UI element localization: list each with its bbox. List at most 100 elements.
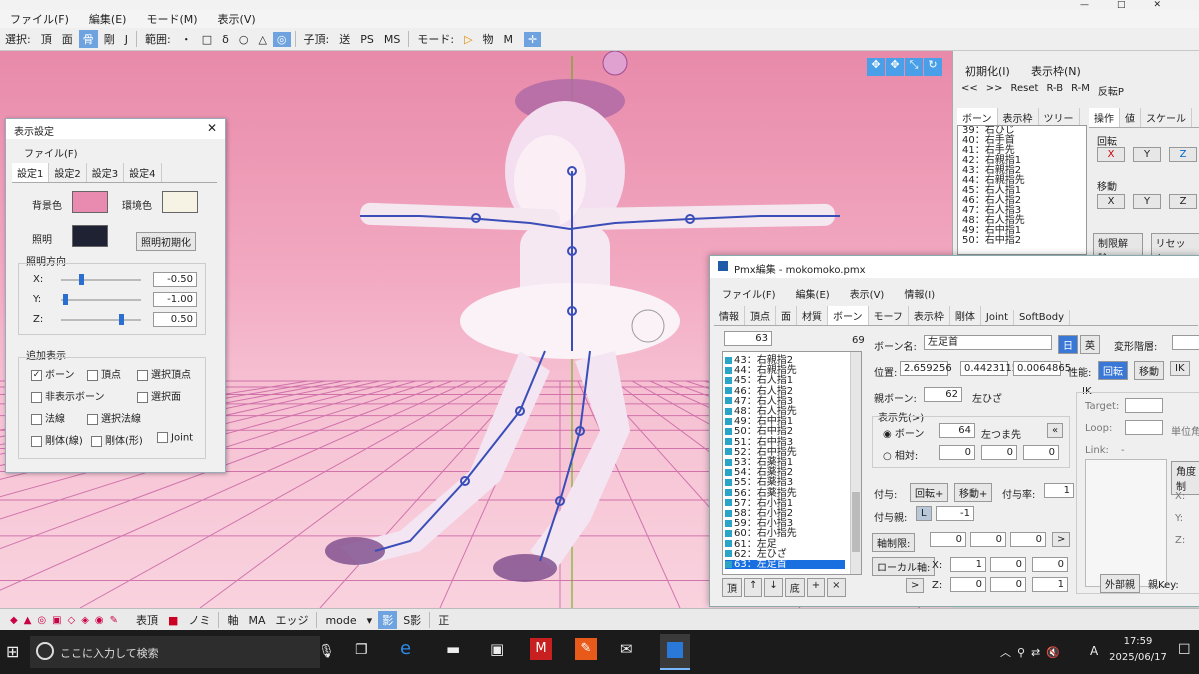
pmx-bone-list-item[interactable]: 62：左ひざ bbox=[725, 549, 787, 559]
y-slider-thumb[interactable] bbox=[63, 294, 68, 305]
pmx-bone-list-item[interactable]: 59：右小指3 bbox=[725, 519, 793, 529]
move-x-button[interactable]: X bbox=[1097, 194, 1125, 209]
range-circle[interactable]: ○ bbox=[235, 32, 253, 47]
bg-color-swatch[interactable] bbox=[72, 191, 108, 213]
flip-button[interactable]: 反転P bbox=[1098, 83, 1124, 98]
checkbox-rigid-line[interactable]: 剛体(線) bbox=[31, 432, 83, 447]
menu-file[interactable]: ファイル(F) bbox=[10, 11, 69, 27]
position-x-field[interactable]: 2.659256 bbox=[900, 361, 952, 376]
tab-setting2[interactable]: 設定2 bbox=[49, 163, 87, 182]
rm-button[interactable]: R-M bbox=[1071, 83, 1090, 98]
ik-flag-button[interactable]: IK bbox=[1170, 361, 1190, 376]
nav-prev-button[interactable]: << bbox=[961, 83, 978, 98]
pmx-menu-info[interactable]: 情報(I) bbox=[904, 286, 935, 301]
grant-rotate-button[interactable]: 回転+ bbox=[910, 483, 949, 502]
view-frame-menu[interactable]: 表示枠(N) bbox=[1031, 63, 1081, 79]
checkbox-selected-vertex[interactable]: 選択頂点 bbox=[137, 366, 191, 381]
axis-limit-z[interactable]: 0 bbox=[1010, 532, 1046, 547]
rotate-y-button[interactable]: Y bbox=[1133, 147, 1161, 162]
jp-name-button[interactable]: 日 bbox=[1058, 335, 1078, 354]
menu-edit[interactable]: 編集(E) bbox=[89, 11, 127, 27]
env-color-swatch[interactable] bbox=[162, 191, 198, 213]
local-x-1[interactable]: 1 bbox=[950, 557, 986, 572]
en-name-button[interactable]: 英 bbox=[1080, 335, 1100, 354]
tab-value[interactable]: 値 bbox=[1120, 108, 1141, 127]
tab-scale[interactable]: スケール bbox=[1141, 108, 1192, 127]
pmx-tab-1[interactable]: 頂点 bbox=[745, 306, 776, 325]
pmx-bone-list-item[interactable]: 44：右親指先 bbox=[725, 366, 797, 376]
z-slider[interactable] bbox=[61, 314, 141, 325]
tab-setting1[interactable]: 設定1 bbox=[12, 163, 50, 182]
transform-hierarchy-field[interactable] bbox=[1172, 335, 1199, 350]
select-bone[interactable]: 骨 bbox=[78, 30, 98, 48]
reset-button[interactable]: Reset bbox=[1011, 83, 1039, 98]
bottom-ma[interactable]: MA bbox=[244, 613, 269, 628]
pmx-bone-list-item[interactable]: 58：右小指2 bbox=[725, 509, 793, 519]
mode-physics[interactable]: 物 bbox=[479, 30, 498, 48]
subvertex-ps[interactable]: PS bbox=[356, 32, 378, 47]
pmx-bone-list-item[interactable]: 53：右薬指1 bbox=[725, 458, 793, 468]
tab-setting4[interactable]: 設定4 bbox=[124, 163, 162, 182]
mail-icon[interactable]: ✉ bbox=[620, 640, 633, 658]
mode-m[interactable]: M bbox=[500, 32, 518, 47]
pmx-bone-list-item[interactable]: 46：右人指2 bbox=[725, 386, 793, 396]
rotate-z-button[interactable]: Z bbox=[1169, 147, 1197, 162]
local-z-1[interactable]: 0 bbox=[950, 577, 986, 592]
pmx-menu-view[interactable]: 表示(V) bbox=[850, 286, 885, 301]
z-slider-thumb[interactable] bbox=[119, 314, 124, 325]
local-z-2[interactable]: 0 bbox=[990, 577, 1026, 592]
bottom-self-shadow[interactable]: S影 bbox=[399, 611, 425, 629]
pmx-tab-4[interactable]: ボーン bbox=[828, 306, 869, 325]
pmx-bone-list-item[interactable]: 48：右人指先 bbox=[725, 407, 797, 417]
notification-icon[interactable]: ☐ bbox=[1178, 642, 1191, 658]
pmx-menu-edit[interactable]: 編集(E) bbox=[796, 286, 830, 301]
window-controls[interactable]: —□✕ bbox=[1080, 0, 1189, 10]
menu-mode[interactable]: モード(M) bbox=[146, 11, 197, 27]
display-file-menu[interactable]: ファイル(F) bbox=[24, 145, 78, 160]
angle-limit-button[interactable]: 角度制 bbox=[1171, 461, 1199, 495]
select-vertex[interactable]: 頂 bbox=[37, 30, 56, 48]
chevron-down-icon[interactable]: ▾ bbox=[363, 613, 377, 628]
list-up-button[interactable]: ↑ bbox=[744, 578, 763, 597]
pmx-list-scrollbar[interactable] bbox=[850, 352, 861, 574]
checkbox-normal[interactable]: 法線 bbox=[31, 410, 65, 425]
pmx-list-scrollbar-thumb[interactable] bbox=[852, 492, 860, 552]
dest-bone-field[interactable]: 64 bbox=[939, 423, 975, 438]
y-value-field[interactable]: -1.00 bbox=[153, 292, 197, 307]
range-point[interactable]: ・ bbox=[177, 30, 196, 48]
move-flag-button[interactable]: 移動 bbox=[1134, 361, 1164, 380]
clock-time[interactable]: 17:59 bbox=[1113, 636, 1163, 647]
axis-limit-y[interactable]: 0 bbox=[970, 532, 1006, 547]
edge-browser-icon[interactable]: e bbox=[400, 638, 411, 659]
bottom-front[interactable]: 正 bbox=[434, 611, 453, 629]
ik-target-field[interactable] bbox=[1125, 398, 1163, 413]
move-view-icon[interactable]: ✥ bbox=[867, 58, 885, 76]
list-bottom-button[interactable]: 底 bbox=[784, 578, 805, 597]
bottom-axis[interactable]: 軸 bbox=[223, 611, 242, 629]
tab-setting3[interactable]: 設定3 bbox=[87, 163, 125, 182]
local-x-3[interactable]: 0 bbox=[1032, 557, 1068, 572]
ik-loop-field[interactable] bbox=[1125, 420, 1163, 435]
pmx-bone-list-item[interactable]: 56：右薬指先 bbox=[725, 488, 797, 498]
clock-date[interactable]: 2025/06/17 bbox=[1108, 652, 1168, 663]
local-axis-arrow[interactable]: > bbox=[906, 578, 925, 593]
relative-radio[interactable]: ○ 相対: bbox=[883, 447, 918, 462]
axis-limit-button[interactable]: 軸制限: bbox=[872, 533, 916, 552]
pmx-tab-8[interactable]: Joint bbox=[981, 310, 1015, 325]
pmx-bone-list-item[interactable]: 54：右薬指2 bbox=[725, 468, 793, 478]
zoom-view-icon[interactable]: ⤡ bbox=[905, 58, 923, 76]
pmx-bone-list-item[interactable]: 51：右中指3 bbox=[725, 437, 793, 447]
pmx-tab-0[interactable]: 情報 bbox=[714, 306, 745, 325]
bone-index-field[interactable]: 63 bbox=[724, 331, 772, 346]
color-palette-icons[interactable]: ◆▲◎▣◇◈◉✎ bbox=[10, 615, 124, 626]
subvertex-ms[interactable]: MS bbox=[380, 32, 404, 47]
bottom-shadow[interactable]: 影 bbox=[378, 611, 398, 629]
ime-indicator[interactable]: A bbox=[1090, 644, 1098, 658]
view-control-icons[interactable]: ✥ ✥ ⤡ ↻ bbox=[867, 58, 942, 76]
pmx-tab-6[interactable]: 表示枠 bbox=[909, 306, 950, 325]
x-slider-thumb[interactable] bbox=[79, 274, 84, 285]
checkbox-vertex[interactable]: 頂点 bbox=[87, 366, 121, 381]
grant-move-button[interactable]: 移動+ bbox=[954, 483, 993, 502]
parent-bone-field[interactable]: 62 bbox=[924, 387, 962, 402]
position-y-field[interactable]: 0.4423115 bbox=[960, 361, 1018, 376]
